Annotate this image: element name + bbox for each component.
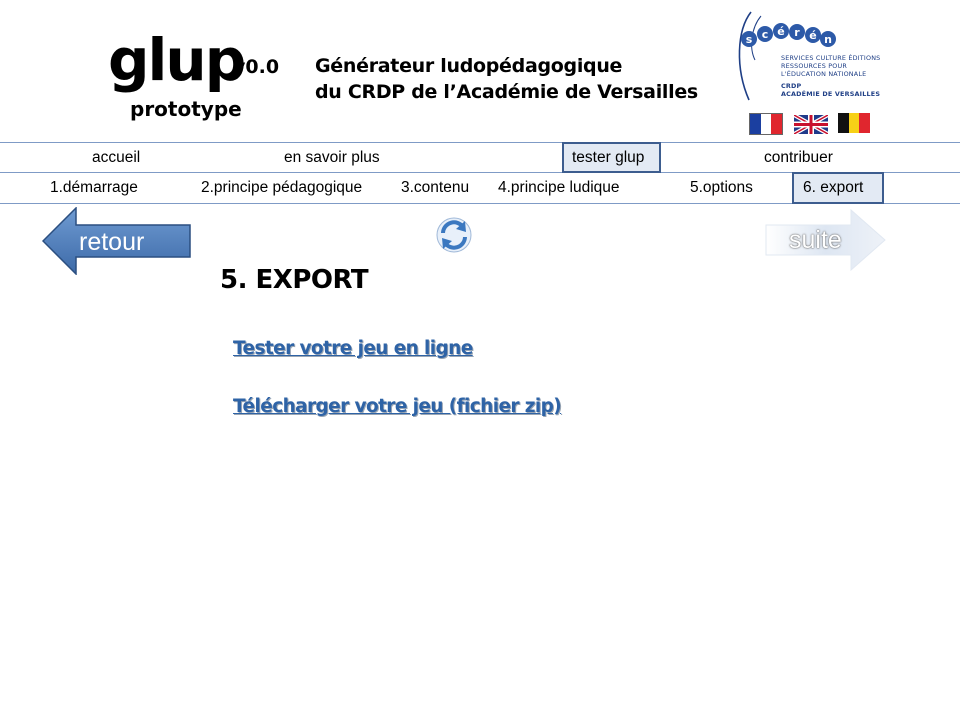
nav-contribuer[interactable]: contribuer: [764, 148, 833, 168]
sceren-letter-s: s: [746, 33, 753, 46]
flag-fr-icon[interactable]: [749, 113, 783, 135]
sceren-letter-n: n: [824, 33, 832, 46]
back-label: retour: [79, 228, 145, 256]
download-zip-link[interactable]: Télécharger votre jeu (fichier zip): [233, 395, 562, 419]
back-arrow-button[interactable]: retour: [42, 207, 192, 275]
nav-tester-glup[interactable]: tester glup: [572, 148, 644, 168]
prototype-label: prototype: [130, 97, 242, 121]
page-title: 5. EXPORT: [220, 265, 369, 295]
sceren-letter-e1: é: [777, 25, 784, 38]
step-export[interactable]: 6. export: [803, 178, 863, 198]
sceren-line4: CRDP: [781, 82, 802, 90]
test-online-link[interactable]: Tester votre jeu en ligne: [233, 337, 473, 361]
header-title-line1: Générateur ludopédagogique: [315, 55, 623, 77]
step-demarrage[interactable]: 1.démarrage: [50, 178, 138, 198]
sceren-line5: ACADÉMIE DE VERSAILLES: [781, 90, 881, 98]
sceren-logo: s c é r é n SERVICES CULTURE ÉDITIONS RE…: [733, 8, 883, 106]
refresh-icon[interactable]: [435, 216, 473, 254]
step-principe-pedagogique[interactable]: 2.principe pédagogique: [201, 178, 362, 198]
step-contenu[interactable]: 3.contenu: [401, 178, 469, 198]
version-label: v0.0: [233, 56, 280, 78]
sceren-line1: SERVICES CULTURE ÉDITIONS: [781, 54, 881, 62]
sceren-line3: L'ÉDUCATION NATIONALE: [781, 70, 867, 78]
sceren-letter-c: c: [762, 28, 769, 41]
nav-en-savoir-plus[interactable]: en savoir plus: [284, 148, 380, 168]
sceren-letter-e2: é: [809, 29, 816, 42]
next-arrow-button[interactable]: suite: [765, 209, 887, 271]
step-options[interactable]: 5.options: [690, 178, 753, 198]
header-title-line2: du CRDP de l’Académie de Versailles: [315, 81, 698, 103]
nav-divider: [0, 142, 960, 143]
nav-accueil[interactable]: accueil: [92, 148, 140, 168]
next-label: suite: [789, 226, 842, 254]
glup-logo: glup: [108, 26, 246, 94]
sceren-letter-r: r: [794, 26, 800, 39]
sceren-line2: RESSOURCES POUR: [781, 62, 848, 70]
step-principe-ludique[interactable]: 4.principe ludique: [498, 178, 620, 198]
flag-uk-icon[interactable]: [793, 113, 829, 136]
flag-be-icon[interactable]: [838, 113, 871, 133]
